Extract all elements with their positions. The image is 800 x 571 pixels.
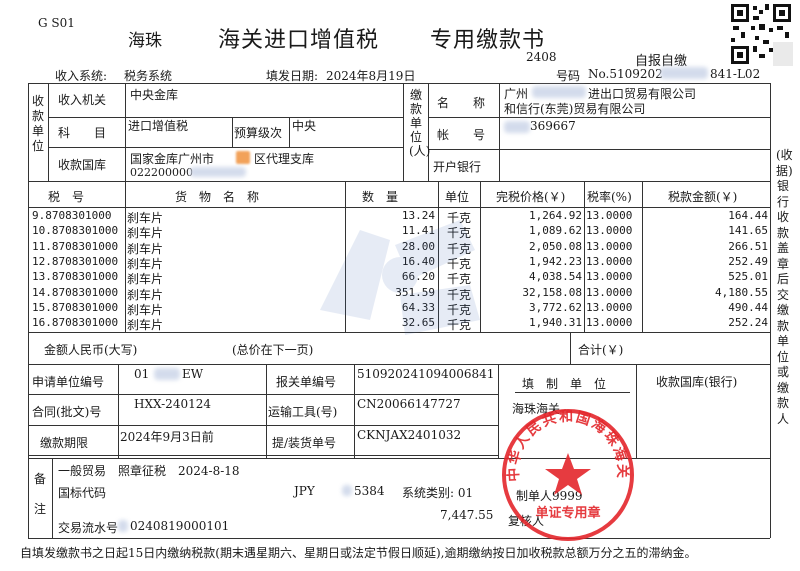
- budget-level-label: 预算级次: [234, 126, 283, 140]
- serial-number: 2408: [526, 50, 557, 64]
- receipt-side-note: (收据)银行收款盖章后交缴款单位或缴款人: [776, 148, 793, 426]
- issue-date-label: 填发日期:: [266, 69, 319, 83]
- row-tax-amount: 252.24: [728, 316, 768, 330]
- declaration-no-label: 报关单编号: [276, 375, 337, 389]
- payee-org-value: 中央金库: [130, 88, 179, 102]
- payee-item-value: 进口增值税: [128, 119, 189, 133]
- flow-number-label: 交易流水号: [58, 521, 119, 535]
- payer-bank-label: 开户银行: [433, 160, 482, 174]
- frame-bottom: [28, 538, 770, 539]
- customs-emblem-watermark: [320, 220, 480, 335]
- declaration-no-value: 510920241094006841: [357, 367, 495, 381]
- row-tax-rate: 13.0000: [586, 300, 633, 314]
- col-tax-code: 税 号: [48, 190, 85, 204]
- remarks-label-bottom: 注: [34, 502, 47, 516]
- currency-code: JPY: [294, 484, 315, 498]
- contract-value: HXX-240124: [134, 397, 211, 411]
- receiving-treasury-label: 收款国库(银行): [656, 375, 738, 389]
- row-tax-code: 12.8708301000: [32, 254, 119, 268]
- flow-number-value: 0240819000101: [130, 519, 230, 533]
- payer-name-label: 名 称: [437, 96, 486, 110]
- footer-late-fee-note: 自填发缴款书之日起15日内缴纳税款(期末遇星期六、星期日或法定节假日顺延),逾期…: [20, 546, 697, 560]
- treasury-value: 国家金库广州市: [130, 152, 215, 166]
- applicant-code-label: 申请单位编号: [32, 375, 105, 389]
- svg-text:单证专用章: 单证专用章: [535, 505, 600, 521]
- row-tax-amount: 4,180.55: [715, 285, 768, 299]
- number-tail: 841-L02: [710, 67, 761, 81]
- system-type: 系统类别: 01: [402, 486, 474, 500]
- row-tax-rate: 13.0000: [586, 316, 633, 330]
- frame-left: [28, 83, 29, 538]
- treasury-label: 收款国库: [58, 158, 107, 172]
- row-tax-code: 11.8708301000: [32, 239, 119, 253]
- row-tax-rate: 13.0000: [586, 224, 633, 238]
- row-tax-rate: 13.0000: [586, 239, 633, 253]
- transport-label: 运输工具(号): [268, 405, 338, 419]
- applicant-code-b: EW: [182, 367, 204, 381]
- col-dutiable-price: 完税价格(￥): [496, 190, 566, 204]
- row-tax-amount: 141.65: [728, 224, 768, 238]
- remarks-trade-line: 一般贸易 照章征税 2024-8-18: [58, 464, 240, 478]
- row-tax-rate: 13.0000: [586, 270, 633, 284]
- amount-words-label: 金额人民币(大写): [44, 343, 138, 357]
- payee-item-label: 科 目: [58, 126, 107, 140]
- payment-due-value: 2024年9月3日前: [120, 430, 214, 444]
- amount-note: (总价在下一页): [232, 343, 314, 357]
- row-tax-code: 16.8708301000: [32, 316, 119, 330]
- row-tax-rate: 13.0000: [586, 285, 633, 299]
- sum-label: 合计(￥): [578, 343, 624, 357]
- receive-system-label: 收入系统:: [55, 69, 108, 83]
- document-title: 海关进口增值税: [218, 28, 380, 53]
- customs-name: 海珠: [128, 31, 162, 51]
- row-tax-amount: 266.51: [728, 239, 768, 253]
- payment-due-label: 缴款期限: [40, 436, 89, 450]
- contract-label: 合同(批文)号: [32, 405, 102, 419]
- treasury-code: 022200000: [130, 166, 193, 179]
- row-tax-amount: 164.44: [728, 209, 768, 222]
- col-goods-name: 货 物 名 称: [175, 190, 260, 204]
- row-tax-amount: 490.44: [728, 300, 768, 314]
- row-tax-code: 9.8708301000: [32, 209, 112, 222]
- customs-seal-stamp: 中华人民共和国海珠海关 单证专用章: [502, 409, 634, 541]
- col-tax-amount: 税款金额(￥): [668, 190, 738, 204]
- national-code-label: 国标代码: [58, 486, 107, 500]
- currency-value: 5384: [354, 484, 385, 498]
- number-value: No.5109202: [588, 67, 663, 81]
- row-tax-amount: 252.49: [728, 254, 768, 268]
- row-goods-name: 刹车片: [127, 318, 164, 333]
- payer-account-value: 369667: [530, 119, 576, 133]
- issue-date-value: 2024年8月19日: [326, 69, 416, 83]
- bill-no-value: CKNJAX2401032: [357, 428, 462, 442]
- form-code: G S01: [38, 16, 75, 30]
- filler-unit-label: 填 制 单 位: [522, 377, 607, 391]
- number-label: 号码: [556, 69, 581, 83]
- qr-code: [729, 2, 793, 66]
- row-tax-amount: 525.01: [728, 270, 768, 284]
- remarks-amount: 7,447.55: [440, 508, 494, 522]
- payee-org-label: 收入机关: [58, 93, 107, 107]
- col-tax-rate: 税率(%): [587, 190, 632, 204]
- frame-right: [770, 83, 771, 538]
- row-tax-code: 13.8708301000: [32, 270, 119, 284]
- row-tax-rate: 13.0000: [586, 254, 633, 268]
- payee-section-label: 收款单位: [31, 94, 44, 153]
- row-tax-code: 14.8708301000: [32, 285, 119, 299]
- row-tax-code: 15.8708301000: [32, 300, 119, 314]
- treasury-mid: 区代理支库: [254, 152, 315, 166]
- bill-no-label: 提/装货单号: [272, 436, 337, 450]
- payer-section-label: 缴款单位(人): [409, 88, 431, 158]
- row-tax-rate: 13.0000: [586, 209, 633, 222]
- frame-top: [28, 83, 770, 84]
- payer-name-line2: 和信行(东莞)贸易有限公司: [504, 102, 646, 116]
- remarks-label-top: 备: [34, 472, 47, 486]
- transport-value: CN20066147727: [357, 397, 461, 411]
- applicant-code-a: 01: [134, 367, 150, 381]
- row-tax-code: 10.8708301000: [32, 224, 119, 238]
- payer-account-label: 帐 号: [437, 128, 486, 142]
- receive-system-value: 税务系统: [124, 69, 173, 83]
- budget-level-value: 中央: [292, 119, 317, 133]
